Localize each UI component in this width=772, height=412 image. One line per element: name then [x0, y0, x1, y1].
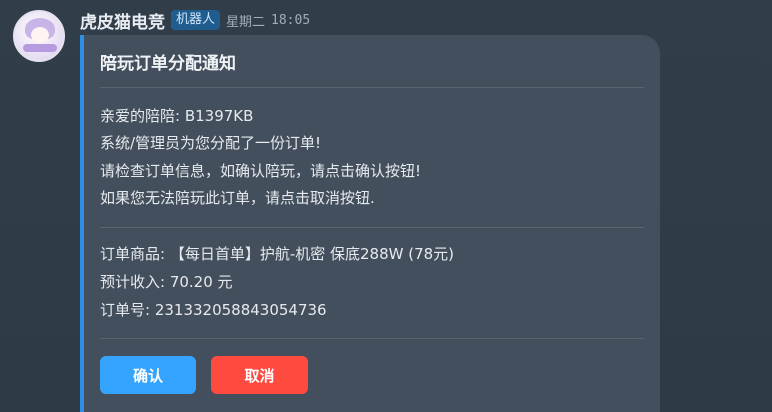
message-weekday: 星期二	[226, 14, 266, 30]
avatar-tag-shape	[23, 44, 57, 52]
info-divider	[100, 227, 644, 228]
assignment-text: 系统/管理员为您分配了一份订单!	[100, 134, 322, 152]
cancel-instruction-text: 如果您无法陪玩此订单，请点击取消按钮.	[100, 189, 375, 207]
order-product-text: 订单商品: 【每日首单】护航-机密 保底288W (78元)	[100, 245, 455, 263]
title-divider	[100, 87, 644, 88]
confirm-instruction-text: 请检查订单信息，如确认陪玩，请点击确认按钮!	[100, 162, 422, 180]
expected-income-text: 预计收入: 70.20 元	[100, 273, 233, 291]
chat-view: 虎皮猫电竞 机器人 星期二 18:05 陪玩订单分配通知 亲爱的陪陪: B139…	[0, 0, 772, 412]
bot-avatar[interactable]	[13, 10, 65, 62]
bot-badge: 机器人	[171, 10, 221, 30]
message-time: 18:05	[271, 12, 311, 28]
confirm-button[interactable]: 确认	[100, 356, 196, 394]
actions-divider	[100, 338, 644, 339]
sender-name[interactable]: 虎皮猫电竞	[80, 8, 165, 33]
avatar-face-shape	[31, 27, 49, 43]
order-notification-card: 陪玩订单分配通知 亲爱的陪陪: B1397KB 系统/管理员为您分配了一份订单!…	[80, 35, 660, 412]
greeting-text: 亲爱的陪陪: B1397KB	[100, 107, 254, 125]
order-number-text: 订单号: 231332058843054736	[100, 301, 327, 319]
cancel-button[interactable]: 取消	[211, 356, 308, 394]
message-header: 虎皮猫电竞 机器人 星期二 18:05	[80, 8, 311, 33]
card-title: 陪玩订单分配通知	[100, 54, 236, 74]
